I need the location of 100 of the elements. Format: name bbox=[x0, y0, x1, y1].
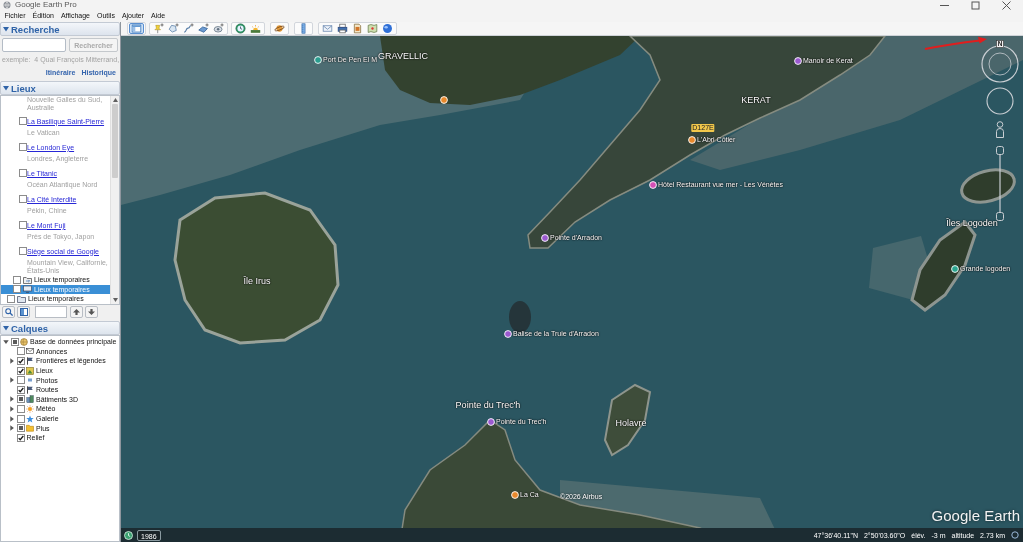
annotation-arrow bbox=[924, 36, 987, 50]
checkbox[interactable] bbox=[16, 376, 25, 385]
checkbox[interactable] bbox=[16, 385, 25, 394]
checkbox[interactable] bbox=[16, 433, 25, 442]
checkbox[interactable] bbox=[19, 247, 27, 255]
document-icon bbox=[352, 23, 363, 34]
flag-icon bbox=[26, 385, 34, 394]
panel-header[interactable]: Lieux bbox=[0, 81, 120, 95]
place-label: Pointe du Trec'h bbox=[455, 400, 521, 410]
maps-button[interactable] bbox=[365, 23, 380, 34]
image-icon bbox=[26, 366, 34, 375]
sunrise-icon bbox=[250, 23, 261, 34]
add-path-button[interactable] bbox=[181, 23, 196, 34]
checkbox[interactable] bbox=[10, 337, 19, 346]
filter-field[interactable] bbox=[35, 306, 67, 318]
planet-icon bbox=[274, 23, 285, 34]
island bbox=[960, 168, 1016, 204]
checkbox[interactable] bbox=[19, 117, 27, 125]
map-icon bbox=[367, 23, 378, 34]
expander-icon[interactable] bbox=[3, 338, 9, 345]
panel-icon bbox=[19, 308, 28, 316]
checkbox[interactable] bbox=[16, 424, 25, 433]
buildings-icon bbox=[26, 395, 34, 404]
checkbox[interactable] bbox=[13, 285, 21, 294]
add-polygon-button[interactable] bbox=[166, 23, 181, 34]
move-down-button[interactable] bbox=[85, 306, 98, 318]
expander-icon[interactable] bbox=[9, 415, 15, 422]
pegman-icon[interactable] bbox=[996, 121, 1004, 138]
map-marker-icon[interactable] bbox=[951, 265, 959, 273]
map-marker-icon[interactable] bbox=[794, 57, 802, 65]
map-marker-icon[interactable] bbox=[511, 491, 519, 499]
map-marker-icon[interactable] bbox=[314, 56, 322, 64]
zoom-control[interactable] bbox=[996, 146, 1004, 221]
panel-toggle-button[interactable] bbox=[17, 306, 30, 318]
expander-icon[interactable] bbox=[9, 396, 15, 403]
ring-icon bbox=[1011, 531, 1019, 539]
checkbox[interactable] bbox=[19, 221, 27, 229]
checkbox[interactable] bbox=[13, 275, 21, 284]
place-label: KERAT bbox=[741, 95, 771, 105]
monitor-icon bbox=[23, 285, 32, 294]
globe-icon bbox=[20, 337, 28, 346]
envelope-icon bbox=[26, 347, 34, 356]
pushpin-icon bbox=[153, 23, 164, 34]
place-label: Île Irus bbox=[243, 276, 271, 286]
sunlight-button[interactable] bbox=[248, 23, 263, 34]
map-marker-icon[interactable] bbox=[504, 330, 512, 338]
folder-icon bbox=[26, 424, 34, 433]
caret-down-icon[interactable] bbox=[112, 298, 118, 302]
checkbox[interactable] bbox=[16, 414, 25, 423]
expander-icon[interactable] bbox=[9, 358, 15, 364]
checkbox[interactable] bbox=[16, 404, 25, 413]
panel-header[interactable]: Calques bbox=[0, 321, 120, 335]
place-label: Îles Logoden bbox=[946, 218, 998, 228]
caret-icon bbox=[3, 26, 9, 32]
add-overlay-button[interactable] bbox=[196, 23, 211, 34]
clock-icon[interactable] bbox=[124, 530, 133, 540]
historical-imagery-button[interactable] bbox=[233, 23, 248, 34]
polygon-icon bbox=[168, 23, 179, 34]
map-marker-icon[interactable] bbox=[487, 418, 495, 426]
place-label: GRAVELLIC bbox=[378, 51, 428, 61]
map-marker-icon[interactable] bbox=[440, 96, 448, 104]
folder-icon bbox=[23, 275, 32, 284]
caret-icon bbox=[3, 85, 9, 91]
scrollbar[interactable] bbox=[110, 96, 119, 304]
move-up-button[interactable] bbox=[70, 306, 83, 318]
sun-icon bbox=[26, 404, 34, 413]
checkbox[interactable] bbox=[16, 357, 25, 365]
search-button[interactable] bbox=[2, 306, 15, 318]
flag-icon bbox=[26, 357, 34, 365]
image-overlay-icon bbox=[198, 23, 209, 34]
envelope-icon bbox=[322, 23, 333, 34]
arrow-up-icon bbox=[73, 309, 80, 315]
map-marker-icon[interactable] bbox=[649, 181, 657, 189]
star-icon bbox=[26, 414, 34, 423]
checkbox[interactable] bbox=[19, 143, 27, 151]
checkbox[interactable] bbox=[16, 395, 25, 404]
checkbox[interactable] bbox=[7, 294, 15, 303]
add-placemark-button[interactable] bbox=[151, 23, 166, 34]
expander-icon[interactable] bbox=[9, 377, 15, 384]
ruler-icon bbox=[298, 23, 309, 34]
maximize-icon[interactable] bbox=[971, 0, 980, 10]
search-field[interactable] bbox=[2, 38, 66, 52]
close-icon[interactable] bbox=[1002, 0, 1011, 10]
caret-up-icon[interactable] bbox=[112, 98, 118, 102]
globe-button[interactable] bbox=[380, 23, 395, 34]
print-button[interactable] bbox=[335, 23, 350, 34]
checkbox[interactable] bbox=[16, 347, 25, 356]
window-title: Google Earth Pro bbox=[15, 0, 77, 10]
map-logo: Google Earth bbox=[931, 507, 1020, 524]
record-tour-button[interactable] bbox=[211, 23, 226, 34]
map-marker-icon[interactable] bbox=[688, 136, 696, 144]
map-marker-icon[interactable] bbox=[541, 234, 549, 242]
checkbox[interactable] bbox=[19, 195, 27, 203]
expander-icon[interactable] bbox=[9, 405, 15, 412]
place-label: Holavre bbox=[615, 418, 647, 428]
look-control[interactable] bbox=[986, 87, 1014, 115]
checkbox[interactable] bbox=[16, 366, 25, 375]
checkbox[interactable] bbox=[19, 169, 27, 177]
panel-header[interactable]: Recherche bbox=[0, 22, 120, 36]
expander-icon[interactable] bbox=[9, 425, 15, 432]
